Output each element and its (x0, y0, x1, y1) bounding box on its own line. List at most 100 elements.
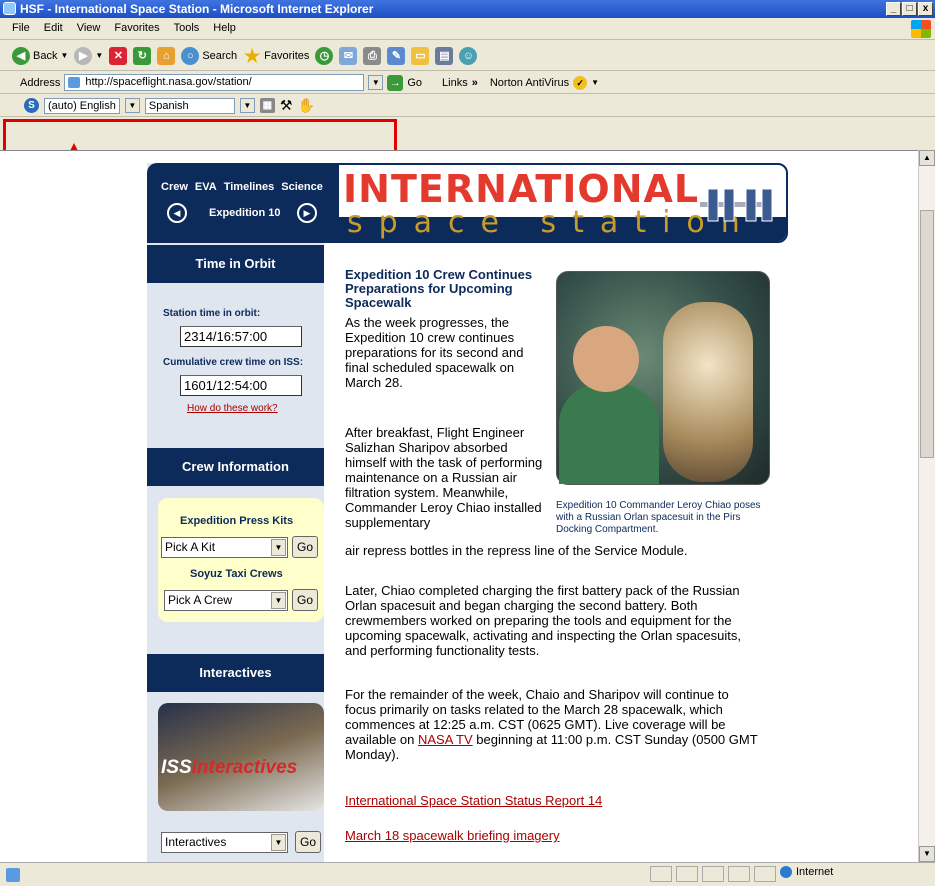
translate-logo-icon: S (24, 98, 39, 113)
top-nav: Crew EVA Timelines Science ◀ Expedition … (147, 163, 337, 243)
back-arrow-icon: ◀ (12, 46, 30, 65)
iss-interactives-banner[interactable]: ISSinteractives (158, 703, 324, 811)
chevron-down-icon[interactable]: ▼ (271, 834, 286, 851)
photo-face (573, 326, 639, 392)
chevron-down-icon: ▼ (60, 51, 69, 60)
scroll-thumb[interactable] (920, 210, 934, 458)
refresh-icon[interactable]: ↻ (133, 46, 152, 65)
interactives-go-button[interactable]: Go (295, 831, 321, 853)
minimize-button[interactable]: _ (886, 2, 901, 16)
chevron-down-icon[interactable]: ▼ (591, 78, 599, 87)
go-arrow-icon[interactable]: → (387, 74, 404, 91)
links-chevron-icon[interactable]: » (472, 77, 478, 89)
page-viewport: Crew EVA Timelines Science ◀ Expedition … (0, 150, 918, 862)
chevron-down-icon: ▼ (95, 51, 104, 60)
soyuz-label: Soyuz Taxi Crews (190, 568, 283, 580)
iss-banner: INTERNATIONAL space station (337, 163, 788, 243)
folder-icon[interactable]: ▭ (411, 46, 430, 65)
soyuz-go-button[interactable]: Go (292, 589, 318, 611)
status-segment (728, 866, 750, 882)
nav-link-eva[interactable]: EVA (195, 181, 217, 193)
press-kits-go-button[interactable]: Go (292, 536, 318, 558)
window-title-bar: HSF - International Space Station - Micr… (0, 0, 935, 18)
home-icon[interactable]: ⌂ (157, 46, 176, 65)
space-station-icon (700, 188, 773, 222)
forward-arrow-icon: ▶ (74, 46, 93, 65)
expedition-label[interactable]: Expedition 10 (209, 207, 281, 219)
forward-button[interactable]: ▶ ▼ (74, 46, 104, 65)
article-title[interactable]: Expedition 10 Crew Continues Preparation… (345, 268, 540, 310)
nav-link-science[interactable]: Science (281, 181, 323, 193)
zone-label: Internet (796, 866, 834, 878)
press-kits-select[interactable]: Pick A Kit ▼ (161, 537, 288, 558)
time-in-orbit-heading: Time in Orbit (147, 245, 324, 283)
next-expedition-icon[interactable]: ▶ (297, 203, 317, 223)
edit-icon[interactable]: ✎ (387, 46, 406, 65)
menu-tools[interactable]: Tools (174, 22, 200, 39)
research-icon[interactable]: ▤ (435, 46, 454, 65)
translation-toolbar: S (auto) English ▼ Spanish ▼ ▦ ⚒ ✋ (0, 95, 935, 117)
menu-file[interactable]: File (12, 22, 30, 39)
print-icon[interactable]: ⎙ (363, 46, 382, 65)
highlight-box (3, 119, 397, 153)
chevron-down-icon[interactable]: ▼ (271, 592, 286, 609)
windows-logo-icon (911, 20, 931, 38)
scroll-down-icon[interactable]: ▼ (919, 846, 935, 862)
chevron-down-icon[interactable]: ▼ (124, 98, 140, 113)
address-input[interactable]: http://spaceflight.nasa.gov/station/ (64, 74, 365, 91)
history-icon[interactable]: ◷ (315, 46, 334, 65)
address-label: Address (20, 76, 61, 89)
back-button[interactable]: ◀ Back ▼ (12, 46, 69, 65)
interactives-logo-word: interactives (191, 757, 298, 778)
hand-icon[interactable]: ✋ (297, 97, 314, 114)
interactives-select[interactable]: Interactives ▼ (161, 832, 288, 853)
translate-page-icon[interactable]: ▦ (259, 98, 275, 113)
crew-time-label: Cumulative crew time on ISS: (163, 357, 304, 368)
links-label[interactable]: Links (442, 77, 468, 89)
favorites-label: Favorites (264, 49, 310, 62)
stop-icon[interactable]: ✕ (109, 46, 128, 65)
article-paragraph-3: Later, Chiao completed charging the firs… (345, 583, 741, 658)
scroll-up-icon[interactable]: ▲ (919, 150, 935, 166)
prev-expedition-icon[interactable]: ◀ (167, 203, 187, 223)
soyuz-crew-select[interactable]: Pick A Crew ▼ (164, 590, 288, 611)
nasa-tv-link[interactable]: NASA TV (418, 732, 473, 747)
interactives-heading: Interactives (147, 654, 324, 692)
go-button[interactable]: Go (407, 77, 422, 89)
norton-label[interactable]: Norton AntiVirus (490, 77, 569, 89)
address-dropdown-icon[interactable]: ▼ (368, 75, 384, 90)
mail-icon[interactable]: ✉ (339, 46, 358, 65)
close-button[interactable]: x (918, 2, 933, 16)
vertical-scrollbar[interactable]: ▲ ▼ (918, 150, 935, 862)
menu-help[interactable]: Help (213, 22, 236, 39)
source-language-select[interactable]: (auto) English (44, 97, 120, 114)
nav-link-crew[interactable]: Crew (161, 181, 188, 193)
chevron-down-icon[interactable]: ▼ (239, 98, 255, 113)
article-paragraph-2: After breakfast, Flight Engineer Salizha… (345, 425, 543, 530)
chevron-down-icon[interactable]: ▼ (271, 539, 286, 556)
nav-link-timelines[interactable]: Timelines (224, 181, 275, 193)
article-paragraph-1: As the week progresses, the Expedition 1… (345, 315, 524, 390)
spacewalk-imagery-link[interactable]: March 18 spacewalk briefing imagery (345, 828, 560, 843)
search-icon: ○ (181, 46, 200, 65)
chiao-orlan-photo (556, 271, 770, 485)
how-do-these-work-link[interactable]: How do these work? (187, 403, 278, 414)
crew-information-heading: Crew Information (147, 448, 324, 486)
star-icon: ★ (244, 45, 261, 66)
status-report-link[interactable]: International Space Station Status Repor… (345, 793, 602, 808)
menu-bar: File Edit View Favorites Tools Help (0, 18, 935, 40)
menu-edit[interactable]: Edit (44, 22, 63, 39)
page-icon (68, 77, 81, 88)
crew-time-field: 1601/12:54:00 (180, 375, 302, 396)
interactives-value: Interactives (165, 835, 227, 849)
maximize-button[interactable]: □ (902, 2, 917, 16)
menu-favorites[interactable]: Favorites (114, 22, 159, 39)
messenger-icon[interactable]: ☺ (459, 46, 478, 65)
soyuz-crew-value: Pick A Crew (168, 593, 233, 607)
tools-icon[interactable]: ⚒ (280, 97, 293, 114)
target-language-select[interactable]: Spanish (144, 97, 235, 114)
norton-icon[interactable]: ✓ (573, 75, 588, 90)
favorites-button[interactable]: ★ Favorites (243, 47, 309, 65)
menu-view[interactable]: View (77, 22, 101, 39)
search-button[interactable]: ○ Search (181, 46, 237, 65)
